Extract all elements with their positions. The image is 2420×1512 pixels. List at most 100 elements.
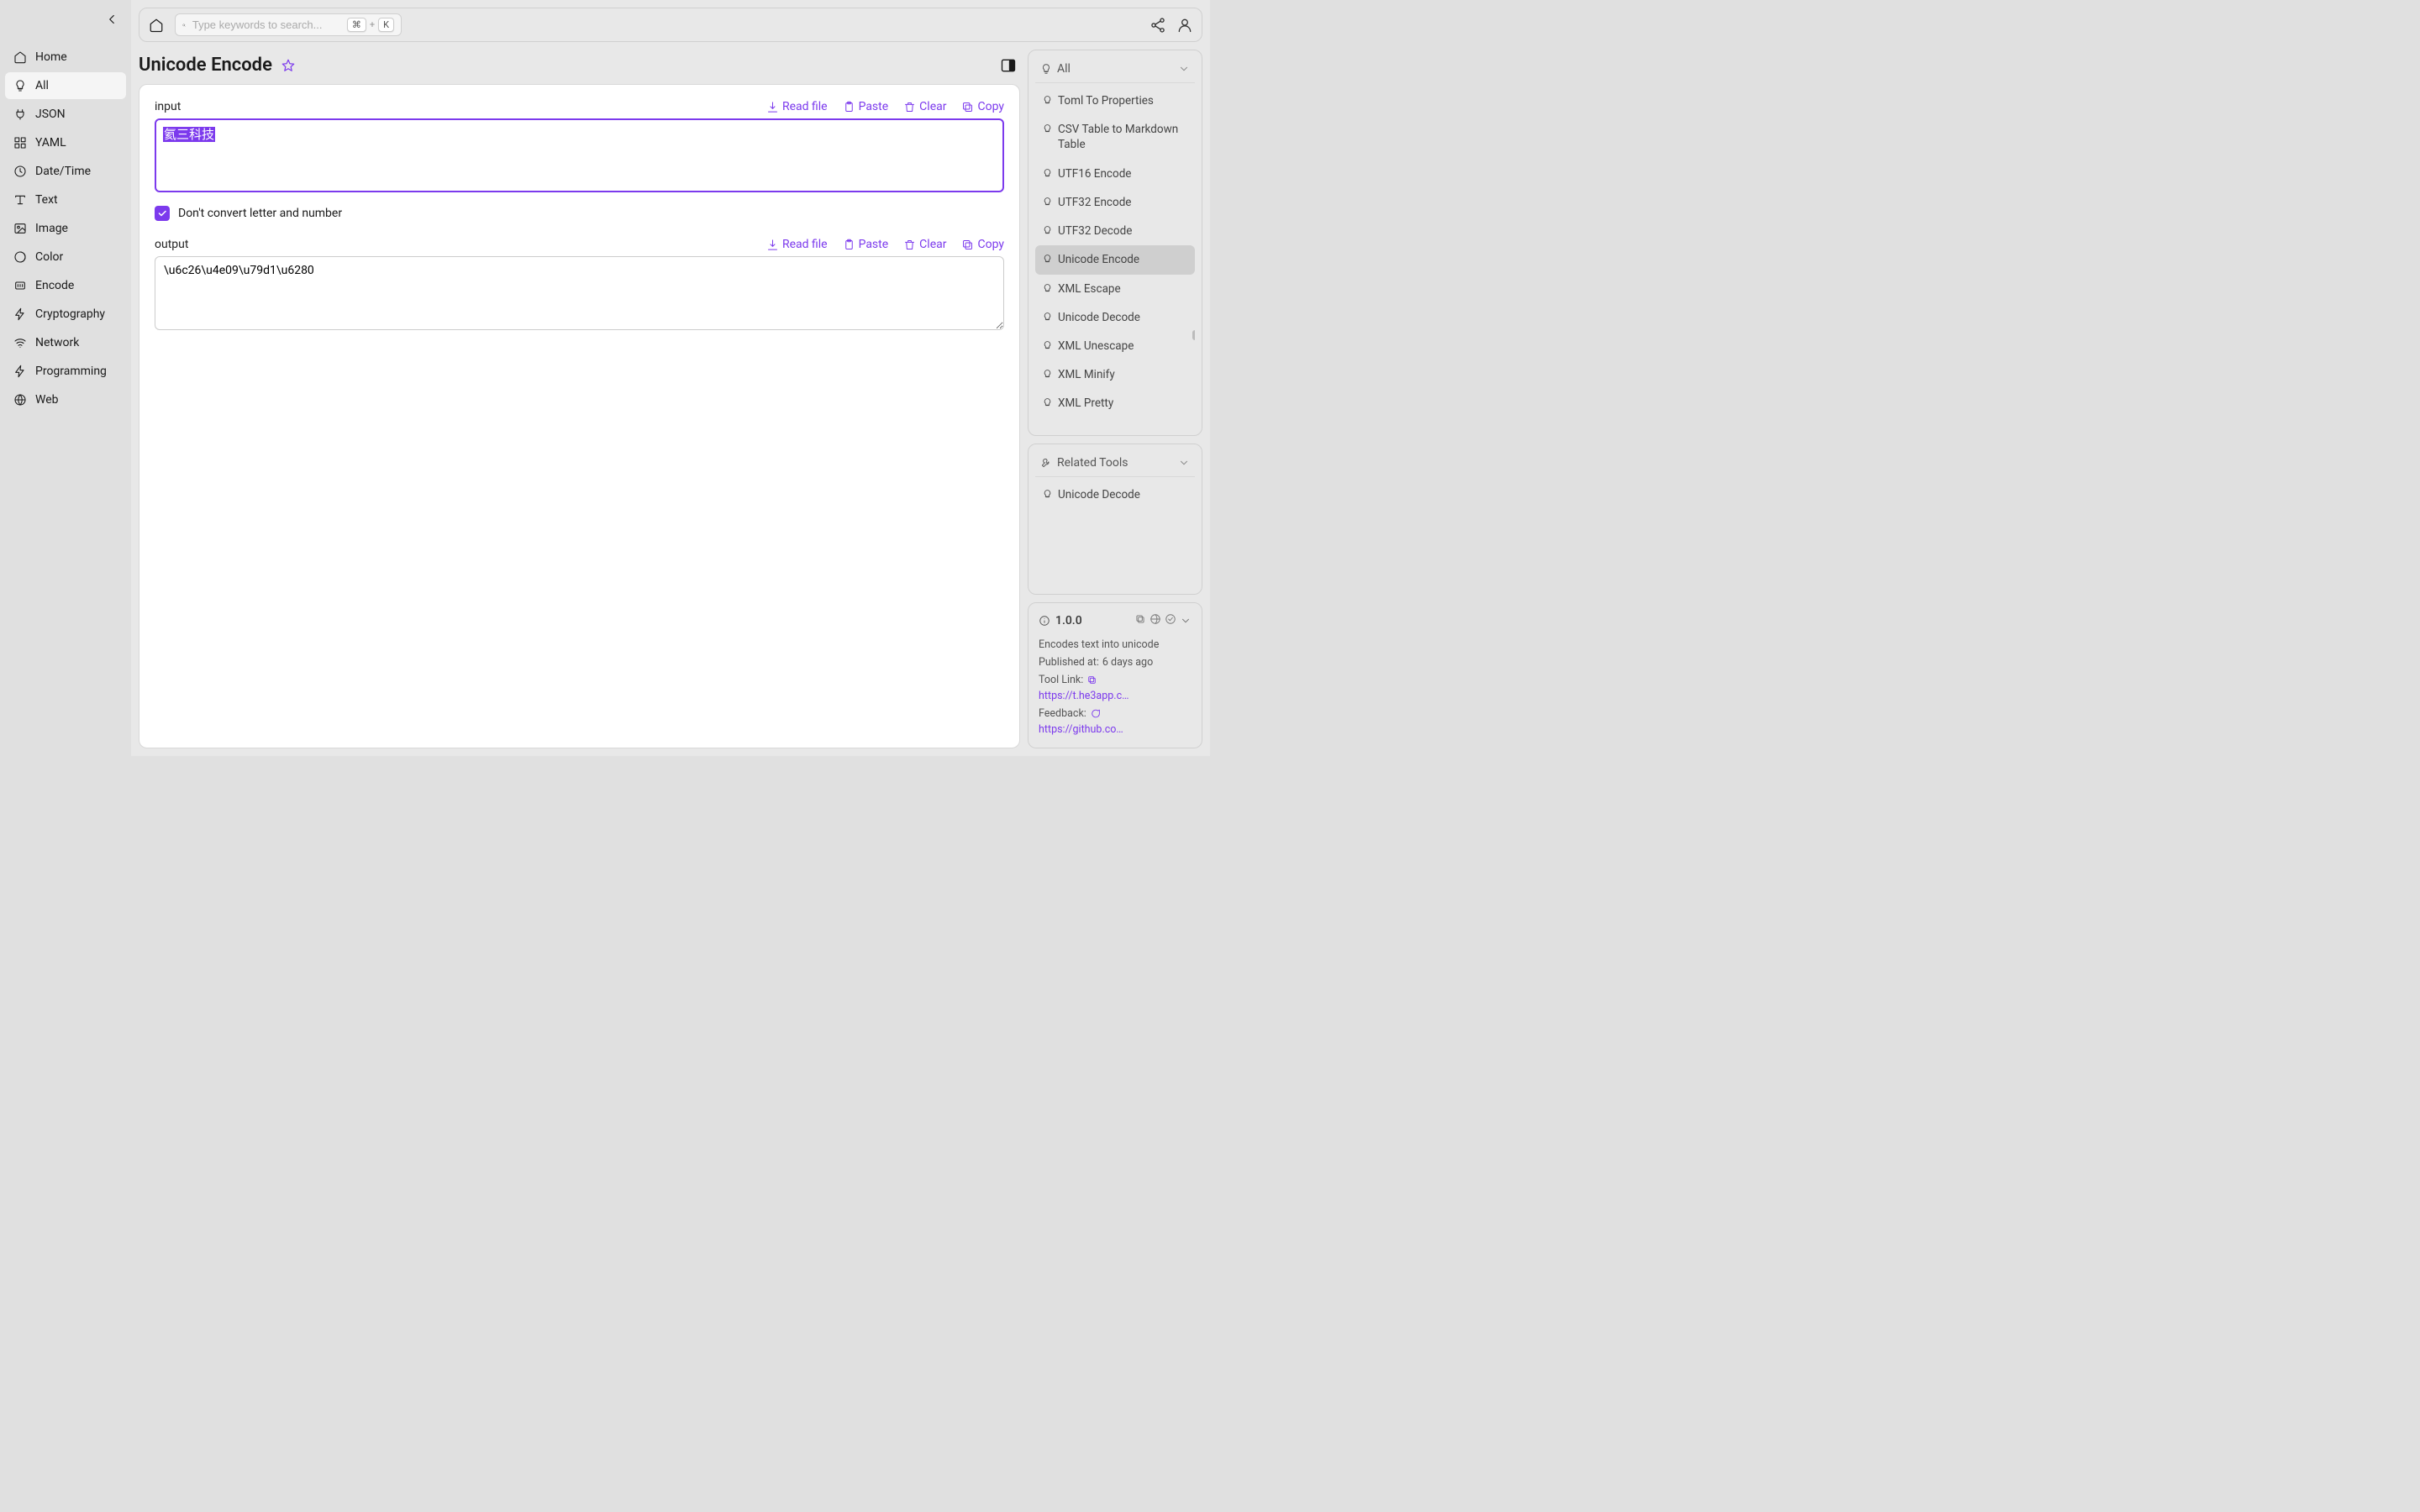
home-icon (13, 50, 27, 64)
sidebar-item-label: Text (35, 193, 58, 207)
sidebar-item-label: Network (35, 336, 79, 349)
tool-list[interactable]: Toml To Properties CSV Table to Markdown… (1035, 87, 1195, 427)
user-button[interactable] (1176, 17, 1193, 34)
globe-button[interactable] (1150, 613, 1161, 628)
checkbox-label: Don't convert letter and number (178, 207, 342, 220)
tool-list-item[interactable]: UTF32 Decode (1035, 217, 1195, 245)
sidebar-item-network[interactable]: Network (5, 329, 126, 356)
sidebar-item-programming[interactable]: Programming (5, 358, 126, 385)
home-button[interactable] (148, 17, 165, 34)
tool-list-item[interactable]: UTF16 Encode (1035, 160, 1195, 188)
share-button[interactable] (1150, 17, 1166, 34)
shortcut-cmd-key: ⌘ (347, 18, 366, 32)
collapse-info-button[interactable] (1180, 615, 1192, 627)
sidebar-item-cryptography[interactable]: Cryptography (5, 301, 126, 328)
action-label: Paste (859, 238, 889, 251)
globe-icon (13, 393, 27, 407)
tool-title: Unicode Encode (139, 55, 272, 76)
link-icon (1086, 675, 1097, 685)
published-label: Published at: (1039, 656, 1099, 669)
wifi-icon (13, 336, 27, 349)
sidebar-item-label: Image (35, 222, 68, 235)
input-clear-button[interactable]: Clear (903, 100, 946, 113)
sidebar-item-datetime[interactable]: Date/Time (5, 158, 126, 185)
action-label: Read file (782, 100, 828, 113)
sidebar-item-label: Programming (35, 365, 107, 378)
version-text: 1.0.0 (1055, 614, 1082, 627)
collapse-related-button[interactable] (1178, 457, 1190, 469)
encode-icon (13, 279, 27, 292)
sidebar-item-label: Color (35, 250, 63, 264)
all-tools-header: All (1057, 62, 1071, 76)
related-tools-header: Related Tools (1057, 456, 1128, 470)
tool-link[interactable]: https://t.he3app.co… (1039, 690, 1131, 702)
output-clear-button[interactable]: Clear (903, 238, 946, 251)
sidebar-item-web[interactable]: Web (5, 386, 126, 413)
input-read-file-button[interactable]: Read file (766, 100, 828, 113)
tool-list-item[interactable]: XML Minify (1035, 360, 1195, 389)
topbar: ⌘ + K (139, 8, 1202, 42)
action-label: Clear (919, 238, 946, 251)
sidebar-item-label: JSON (35, 108, 66, 121)
published-value: 6 days ago (1102, 656, 1153, 669)
action-label: Copy (977, 238, 1004, 251)
copy-version-button[interactable] (1134, 613, 1146, 628)
input-textarea[interactable]: 氦三科技 (155, 118, 1004, 192)
tool-list-item[interactable]: CSV Table to Markdown Table (1035, 115, 1195, 159)
clock-icon (13, 165, 27, 178)
sidebar-item-image[interactable]: Image (5, 215, 126, 242)
tool-list-item[interactable]: XML Escape (1035, 275, 1195, 303)
action-label: Read file (782, 238, 828, 251)
related-tools-card: Related Tools Unicode Decode (1028, 444, 1202, 595)
input-selected-text: 氦三科技 (163, 127, 215, 142)
sidebar-item-label: Home (35, 50, 67, 64)
input-paste-button[interactable]: Paste (843, 100, 889, 113)
bulb-icon (13, 79, 27, 92)
bulb-icon (1040, 63, 1052, 75)
sidebar-item-label: Date/Time (35, 165, 91, 178)
feedback-link[interactable]: https://github.com/… (1039, 723, 1131, 736)
sidebar-item-label: YAML (35, 136, 66, 150)
sidebar-item-label: All (35, 79, 49, 92)
shortcut-plus: + (370, 19, 375, 30)
sidebar-item-encode[interactable]: Encode (5, 272, 126, 299)
tool-list-item[interactable]: UTF32 Encode (1035, 188, 1195, 217)
tool-list-item[interactable]: Unicode Decode (1035, 303, 1195, 332)
tool-list-item[interactable]: XML Pretty (1035, 389, 1195, 417)
sidebar-item-yaml[interactable]: YAML (5, 129, 126, 156)
output-paste-button[interactable]: Paste (843, 238, 889, 251)
info-icon (1039, 615, 1050, 627)
output-copy-button[interactable]: Copy (961, 238, 1004, 251)
output-textarea[interactable] (155, 256, 1004, 330)
favorite-button[interactable] (281, 58, 296, 73)
tool-list-item[interactable]: Unicode Encode (1035, 245, 1195, 274)
sidebar-item-color[interactable]: Color (5, 244, 126, 270)
input-label: input (155, 100, 181, 113)
input-copy-button[interactable]: Copy (961, 100, 1004, 113)
color-icon (13, 250, 27, 264)
bolt-icon (13, 307, 27, 321)
sidebar-item-all[interactable]: All (5, 72, 126, 99)
sidebar-item-home[interactable]: Home (5, 44, 126, 71)
scrollbar-thumb[interactable] (1192, 330, 1195, 340)
collapse-all-button[interactable] (1178, 63, 1190, 75)
tool-list-item[interactable]: XML Unescape (1035, 332, 1195, 360)
related-tool-item[interactable]: Unicode Decode (1035, 480, 1195, 509)
search-box[interactable]: ⌘ + K (175, 13, 402, 36)
sidebar-item-json[interactable]: JSON (5, 101, 126, 128)
sidebar-item-text[interactable]: Text (5, 186, 126, 213)
wrench-icon (1040, 457, 1052, 469)
dont-convert-checkbox[interactable] (155, 206, 170, 221)
action-label: Copy (977, 100, 1004, 113)
sidebar-collapse-button[interactable] (104, 12, 119, 27)
search-input[interactable] (192, 18, 340, 31)
check-button[interactable] (1165, 613, 1176, 628)
sidebar-item-label: Encode (35, 279, 74, 292)
chat-icon (1090, 708, 1101, 719)
action-label: Clear (919, 100, 946, 113)
output-read-file-button[interactable]: Read file (766, 238, 828, 251)
tool-list-item[interactable]: Toml To Properties (1035, 87, 1195, 115)
panel-toggle-button[interactable] (1000, 57, 1017, 74)
tool-header: Unicode Encode (139, 50, 1020, 84)
bolt-icon (13, 365, 27, 378)
